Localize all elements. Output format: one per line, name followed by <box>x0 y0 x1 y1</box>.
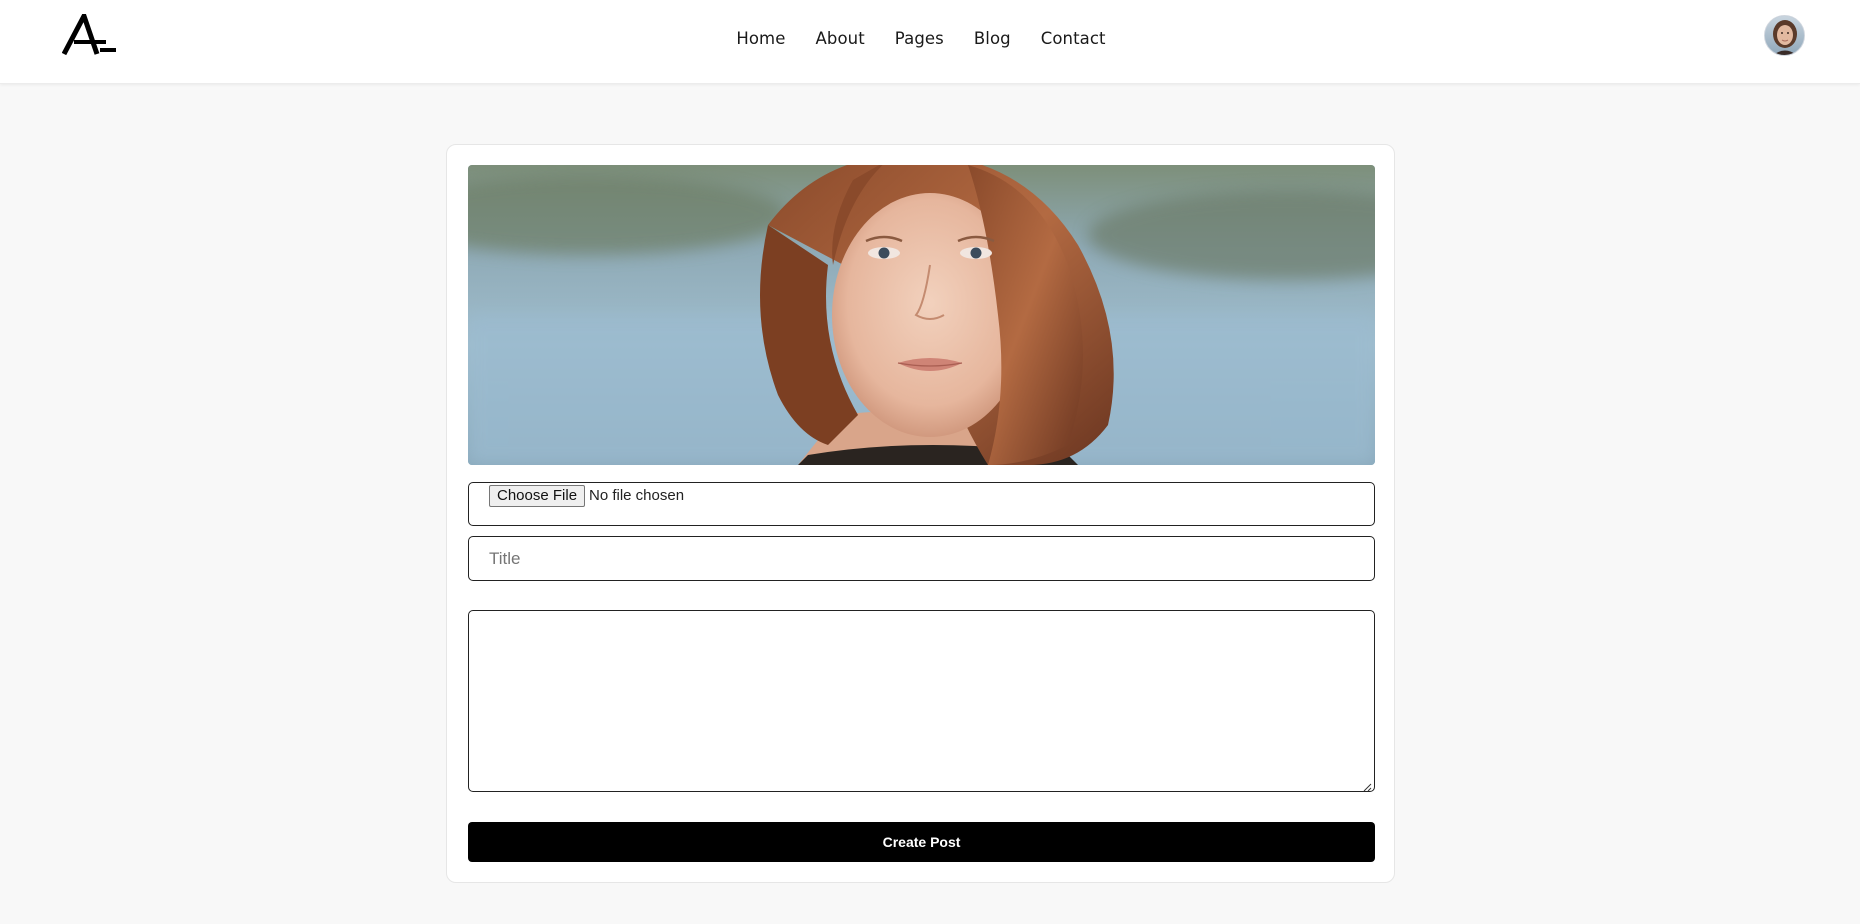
top-navbar: Home About Pages Blog Contact <box>0 0 1860 84</box>
user-avatar[interactable] <box>1764 15 1805 56</box>
image-file-input[interactable]: Choose File No file chosen <box>468 482 1375 526</box>
main-nav: Home About Pages Blog Contact <box>0 0 1860 77</box>
nav-home-link[interactable]: Home <box>736 29 785 48</box>
create-post-card: Choose File No file chosen Create Post <box>446 144 1395 883</box>
choose-file-button[interactable]: Choose File <box>489 485 586 507</box>
title-input[interactable] <box>468 536 1375 581</box>
create-post-button[interactable]: Create Post <box>468 822 1375 862</box>
resize-handle-icon[interactable] <box>1362 779 1372 792</box>
post-body-textarea[interactable] <box>468 610 1375 792</box>
nav-blog-link[interactable]: Blog <box>974 29 1011 48</box>
nav-pages-link[interactable]: Pages <box>895 29 944 48</box>
file-status-text: No file chosen <box>589 487 685 504</box>
nav-about-link[interactable]: About <box>816 29 865 48</box>
post-image-preview <box>468 165 1375 465</box>
nav-contact-link[interactable]: Contact <box>1041 29 1106 48</box>
